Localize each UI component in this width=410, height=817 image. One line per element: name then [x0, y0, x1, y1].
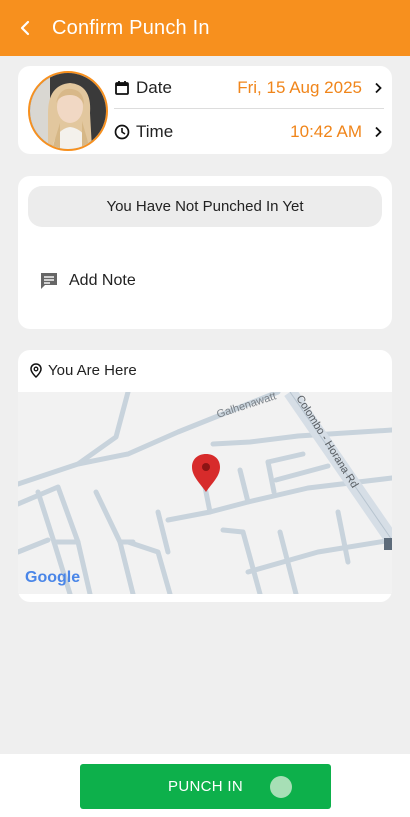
- calendar-icon: [115, 81, 129, 95]
- add-note-button[interactable]: Add Note: [40, 272, 136, 290]
- date-value: Fri, 15 Aug 2025: [237, 78, 362, 97]
- touch-ripple: [270, 776, 292, 798]
- location-header: You Are Here: [30, 362, 137, 379]
- clock-icon: [114, 124, 130, 140]
- location-card: You Are Here Galhenawatt Colombo - Horan…: [18, 350, 392, 602]
- location-label: You Are Here: [48, 362, 137, 379]
- arrow-left-icon: [20, 20, 30, 36]
- back-button[interactable]: [0, 0, 50, 56]
- chevron-right-icon: [375, 126, 382, 138]
- status-card: You Have Not Punched In Yet Add Note: [18, 176, 392, 329]
- location-map[interactable]: Galhenawatt Colombo - Horana Rd Google: [18, 388, 392, 597]
- time-value: 10:42 AM: [290, 122, 362, 141]
- bottom-bar: PUNCH IN: [0, 754, 410, 817]
- date-row[interactable]: Date Fri, 15 Aug 2025: [114, 68, 384, 109]
- add-note-label: Add Note: [69, 272, 136, 289]
- avatar: [28, 71, 108, 151]
- punch-in-button[interactable]: PUNCH IN: [80, 764, 331, 809]
- note-icon: [41, 273, 57, 289]
- location-pin-icon: [30, 363, 42, 378]
- app-bar: Confirm Punch In: [0, 0, 410, 56]
- time-label: Time: [136, 122, 174, 141]
- time-row[interactable]: Time 10:42 AM: [114, 112, 384, 152]
- punch-status-banner: You Have Not Punched In Yet: [28, 186, 382, 227]
- map-canvas: Galhenawatt Colombo - Horana Rd Google: [18, 388, 392, 597]
- chevron-right-icon: [375, 82, 382, 94]
- date-label: Date: [136, 78, 172, 97]
- map-attribution: Google: [25, 569, 80, 586]
- page-title: Confirm Punch In: [52, 16, 210, 39]
- datetime-card: Date Fri, 15 Aug 2025 Time 10:42 AM: [18, 66, 392, 154]
